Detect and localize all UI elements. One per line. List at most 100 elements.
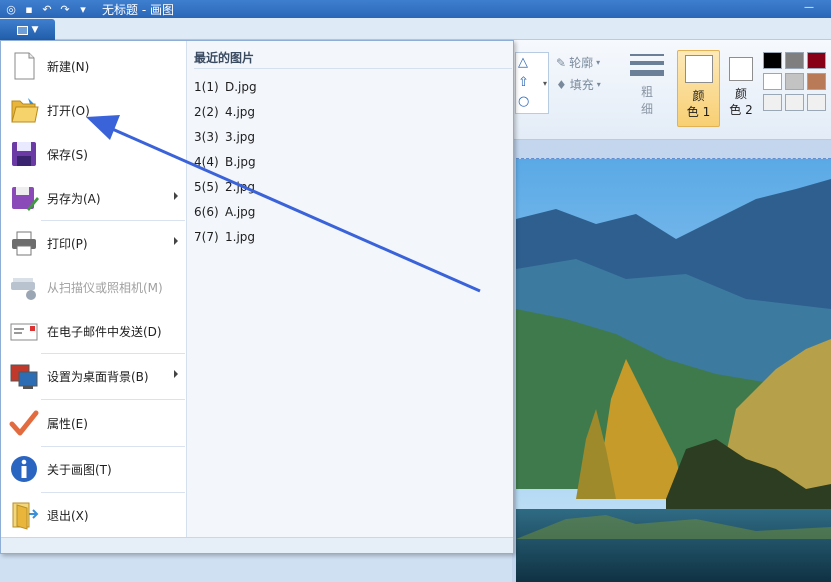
submenu-arrow-icon [174, 237, 178, 245]
menu-item-label: 从扫描仪或照相机(M) [47, 280, 163, 295]
app-menu-footer [1, 537, 513, 553]
line-size-icon [630, 54, 664, 76]
palette-swatch[interactable] [763, 52, 782, 69]
canvas-picture[interactable] [516, 158, 831, 582]
palette-swatch[interactable] [785, 73, 804, 90]
submenu-arrow-icon [174, 370, 178, 378]
recent-file-item[interactable]: 4(4) B.jpg [194, 155, 256, 169]
recent-file-item[interactable]: 2(2) 4.jpg [194, 105, 255, 119]
arrow-up-shape-icon[interactable]: ⇧ [518, 75, 529, 91]
color-2-label-bottom: 色 2 [729, 103, 753, 117]
outline-label: 轮廓 [569, 56, 594, 70]
menu-item-save-as[interactable]: 另存为(A) [1, 176, 186, 220]
triangle-shape-icon[interactable]: △ [518, 55, 528, 71]
window-title: 无标题 - 画图 [102, 2, 174, 17]
menu-item-exit[interactable]: 退出(X) [1, 493, 186, 537]
recent-file-item[interactable]: 5(5) 2.jpg [194, 180, 255, 194]
recent-file-name: A.jpg [225, 205, 256, 219]
recent-file-number: 3(3) [194, 130, 219, 144]
open-folder-icon [9, 95, 39, 125]
palette-swatch[interactable] [807, 52, 826, 69]
color-1-button[interactable]: 颜 色 1 [677, 50, 720, 127]
menu-item-label: 新建(N) [47, 59, 90, 74]
recent-file-name: 2.jpg [225, 180, 256, 194]
submenu-arrow-icon [174, 192, 178, 200]
menu-item-set-desktop-background[interactable]: 设置为桌面背景(B) [1, 354, 186, 398]
recent-file-item[interactable]: 6(6) A.jpg [194, 205, 255, 219]
recent-file-name: B.jpg [225, 155, 256, 169]
desktop-background-icon [9, 361, 39, 391]
speech-bubble-shape-icon[interactable]: ○ [518, 94, 529, 110]
menu-item-label: 在电子邮件中发送(D) [47, 324, 162, 339]
recent-file-number: 4(4) [194, 155, 219, 169]
menu-item-label: 打印(P) [47, 236, 88, 251]
menu-item-about[interactable]: 关于画图(T) [1, 447, 186, 491]
palette-swatch[interactable] [785, 52, 804, 69]
palette-swatch-empty[interactable] [763, 94, 782, 111]
recent-file-number: 5(5) [194, 180, 219, 194]
save-icon[interactable]: ▪ [20, 1, 38, 17]
app-menu-button[interactable]: ▼ [0, 19, 55, 41]
recent-file-item[interactable]: 1(1) D.jpg [194, 80, 257, 94]
email-icon [9, 316, 39, 346]
app-menu: 新建(N) 打开(O) 保存(S) 另存为(A) 打印(P) 从扫描仪或照相机(… [0, 40, 514, 554]
menu-item-send-email[interactable]: 在电子邮件中发送(D) [1, 309, 186, 353]
paint-app-icon: ◎ [6, 2, 16, 16]
palette-swatch-empty[interactable] [807, 94, 826, 111]
outline-button[interactable]: ✎ 轮廓 ▾ [556, 52, 618, 74]
color-palette [763, 52, 831, 116]
customize-dropdown-icon[interactable]: ▾ [74, 1, 92, 17]
landscape-image [516, 159, 831, 582]
minimize-button[interactable]: — [797, 1, 821, 15]
save-as-icon [9, 183, 39, 213]
color-1-swatch [684, 55, 713, 83]
redo-icon[interactable]: ↷ [56, 1, 74, 17]
color-1-label-bottom: 色 1 [686, 105, 711, 119]
menu-item-print[interactable]: 打印(P) [1, 221, 186, 265]
recent-file-number: 6(6) [194, 205, 219, 219]
color-2-swatch [729, 57, 753, 81]
fill-button[interactable]: ♦ 填充 ▾ [556, 74, 618, 96]
recent-file-number: 1(1) [194, 80, 219, 94]
menu-item-open[interactable]: 打开(O) [1, 88, 186, 132]
recent-file-item[interactable]: 3(3) 3.jpg [194, 130, 255, 144]
gallery-scroll-icon[interactable]: ▾ [543, 79, 547, 88]
menu-separator [41, 399, 185, 400]
menu-item-save[interactable]: 保存(S) [1, 132, 186, 176]
recent-file-name: 3.jpg [225, 130, 256, 144]
size-button[interactable]: 粗 细 [624, 52, 670, 124]
recent-file-name: D.jpg [225, 80, 257, 94]
menu-item-scanner: 从扫描仪或照相机(M) [1, 265, 186, 309]
chevron-down-icon: ▼ [31, 25, 39, 35]
size-label-2: 细 [640, 102, 653, 116]
recent-pictures-divider [194, 68, 512, 69]
paint-bucket-icon: ♦ [556, 78, 567, 92]
menu-item-label: 关于画图(T) [47, 462, 112, 477]
title-bar: ◎ ▪ ↶ ↷ ▾ 无标题 - 画图 — [0, 0, 831, 18]
menu-item-label: 属性(E) [47, 416, 88, 431]
recent-file-number: 7(7) [194, 230, 219, 244]
outline-fill-group: ✎ 轮廓 ▾ ♦ 填充 ▾ [556, 52, 618, 96]
checkmark-icon [9, 408, 39, 438]
recent-pictures-title: 最近的图片 [194, 51, 255, 65]
menu-item-new[interactable]: 新建(N) [1, 44, 186, 88]
palette-swatch[interactable] [807, 73, 826, 90]
recent-file-name: 4.jpg [225, 105, 256, 119]
menu-item-label: 保存(S) [47, 147, 88, 162]
shapes-gallery[interactable]: △ ⇧ ○ ▾ [515, 52, 549, 114]
menu-item-properties[interactable]: 属性(E) [1, 401, 186, 445]
info-icon [9, 454, 39, 484]
palette-swatch-empty[interactable] [785, 94, 804, 111]
palette-swatch[interactable] [763, 73, 782, 90]
printer-icon [9, 228, 39, 258]
fill-label: 填充 [569, 78, 594, 92]
recent-file-item[interactable]: 7(7) 1.jpg [194, 230, 255, 244]
new-file-icon [9, 51, 39, 81]
exit-icon [9, 500, 39, 530]
ribbon-tab-strip [0, 18, 831, 40]
app-menu-commands: 新建(N) 打开(O) 保存(S) 另存为(A) 打印(P) 从扫描仪或照相机(… [1, 41, 186, 537]
undo-icon[interactable]: ↶ [38, 1, 56, 17]
menu-item-label: 退出(X) [47, 508, 89, 523]
color-2-label-top: 颜 [734, 87, 747, 101]
color-2-button[interactable]: 颜 色 2 [724, 50, 758, 127]
